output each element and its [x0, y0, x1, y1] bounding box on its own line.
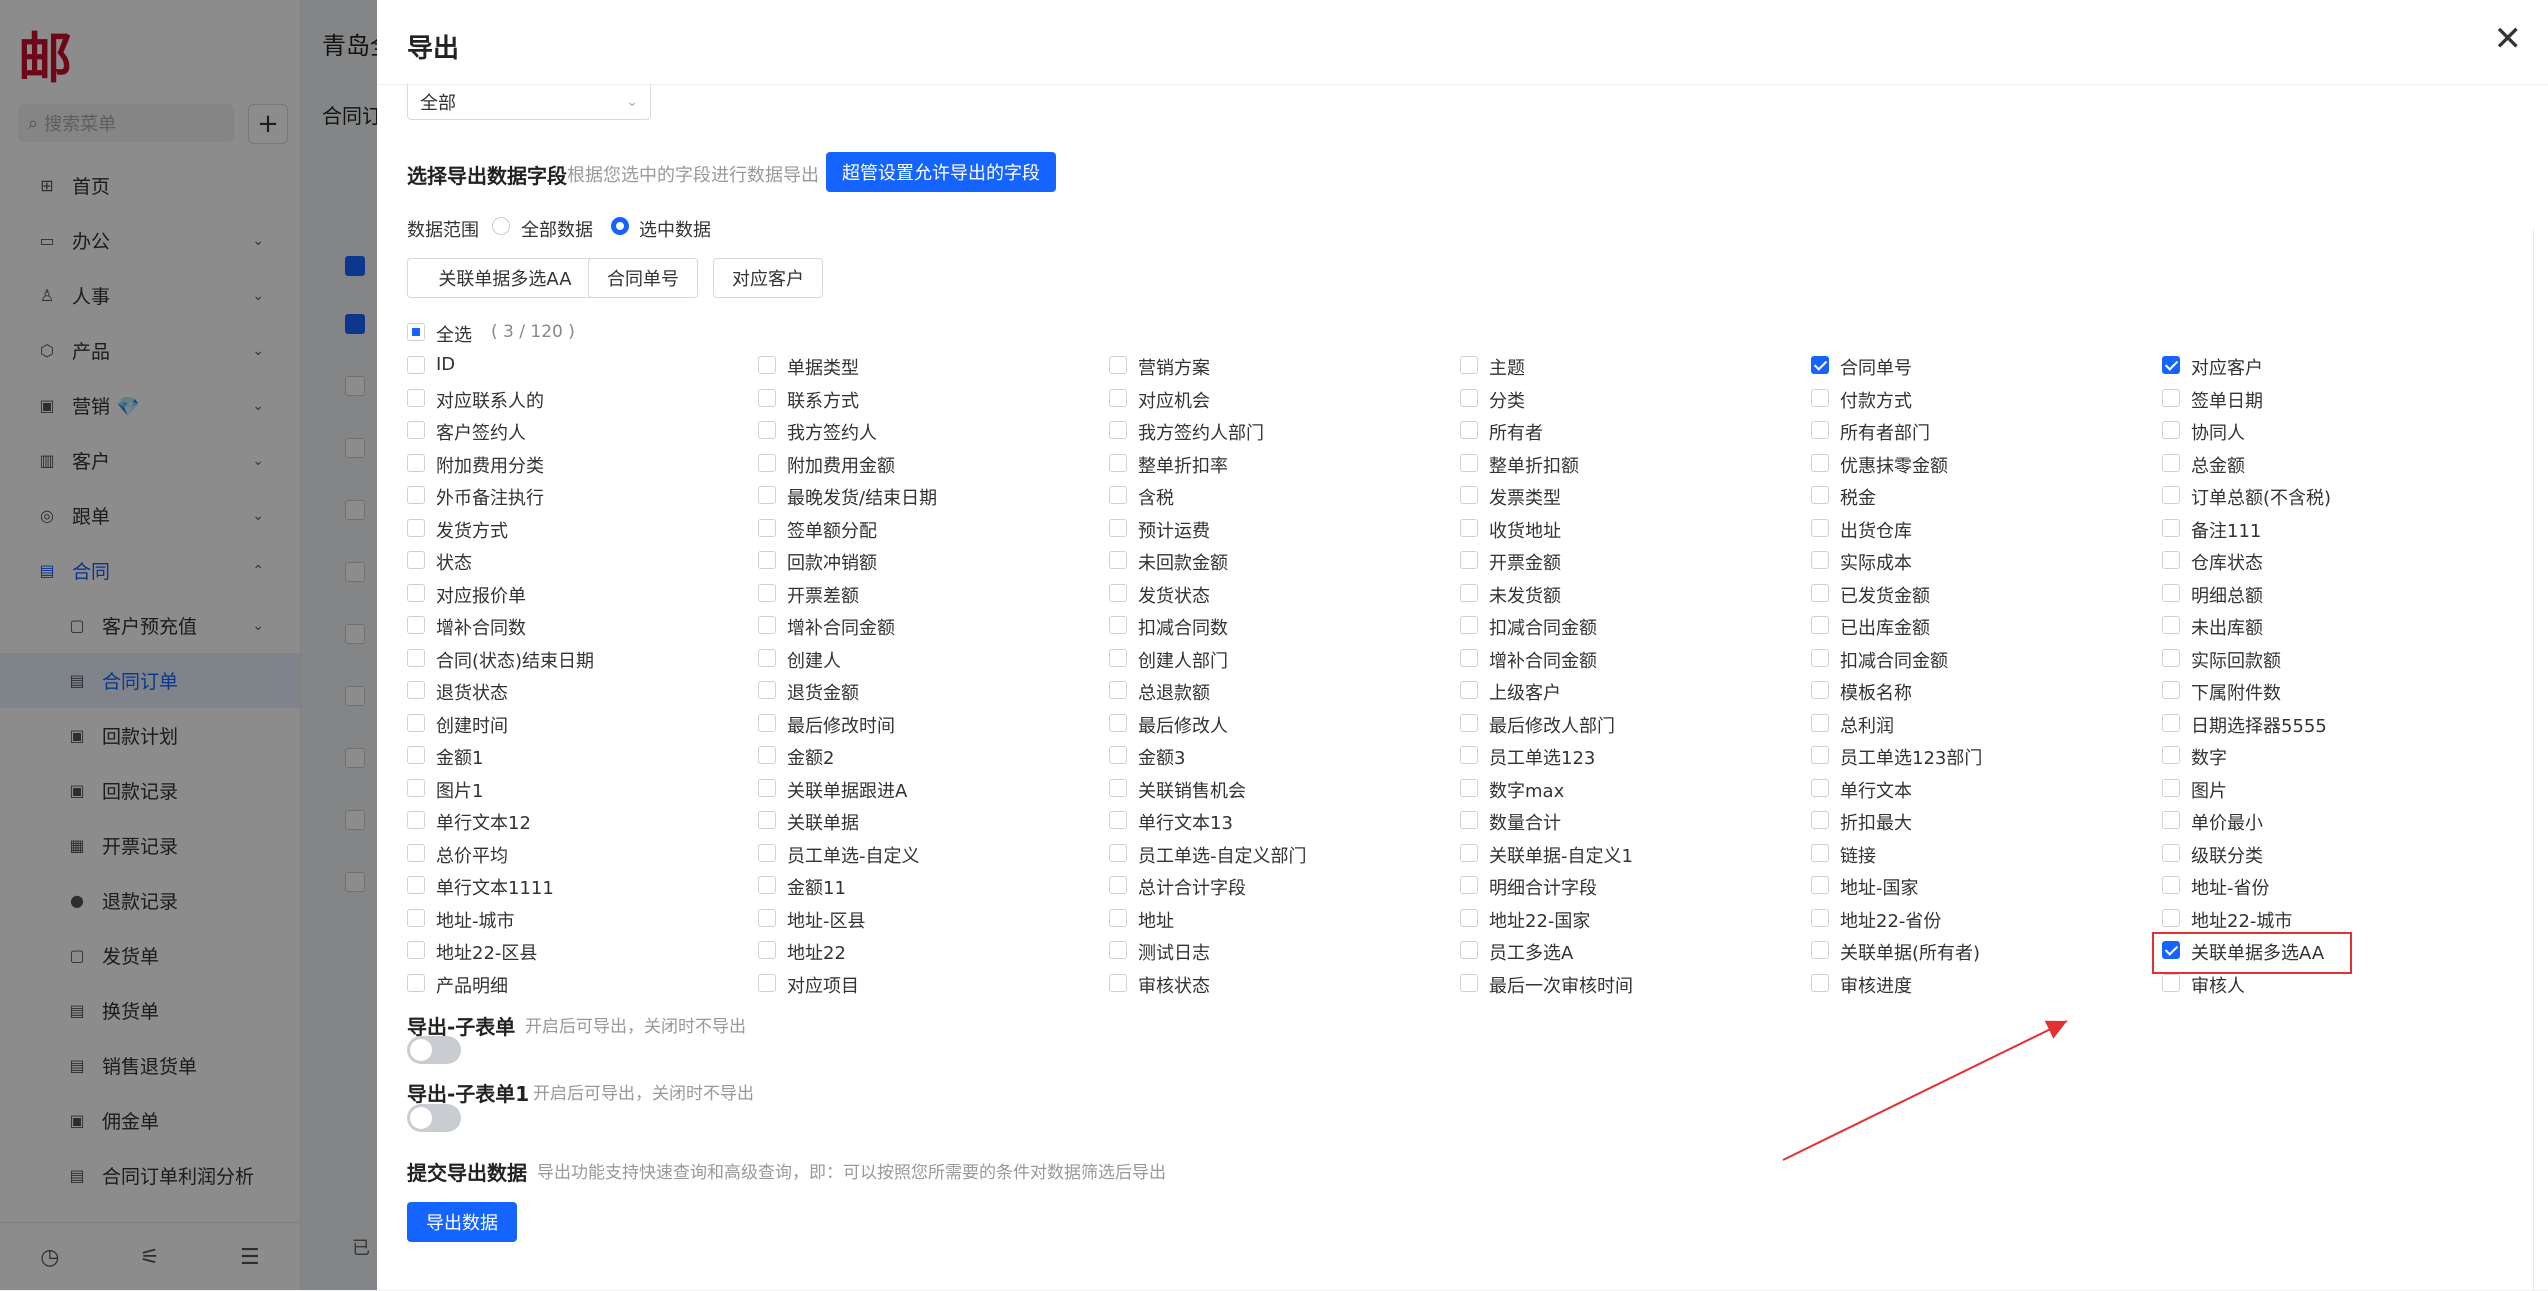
- drawer-scrollbar[interactable]: [2533, 230, 2534, 1290]
- annotation-arrow: [1782, 1020, 2068, 1161]
- export-drawer: 导出 ✕ 全部 ⌄ 选择导出数据字段 根据您选中的字段进行数据导出 超管设置允许…: [377, 0, 2548, 1290]
